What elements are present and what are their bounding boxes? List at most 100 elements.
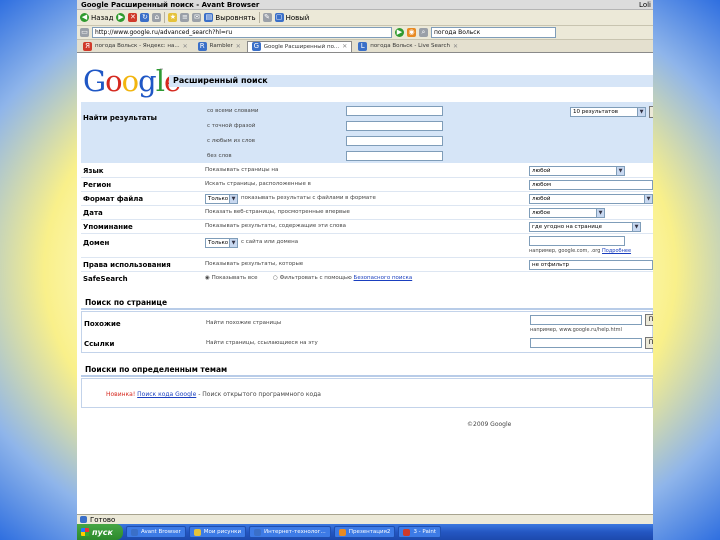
safesearch-off-radio[interactable]: ◉ Показывать все — [205, 275, 257, 281]
filter-row-occurrence: Упоминание Показывать результаты, содерж… — [81, 220, 653, 234]
windows-logo-icon — [81, 528, 89, 536]
forward-arrow-icon[interactable]: ▶ — [116, 13, 126, 22]
close-icon[interactable]: ✕ — [342, 43, 347, 50]
start-button[interactable]: пуск — [77, 524, 123, 540]
page-search-title: Поиск по странице — [85, 298, 168, 307]
without-words-label: без слов — [207, 153, 232, 159]
taskbar-item-pictures[interactable]: Мои рисунки — [188, 526, 247, 538]
results-count-select[interactable]: 10 результатов ▼ — [570, 107, 646, 117]
new-window-button[interactable]: ▢ Новый — [274, 13, 309, 22]
tab-live-search[interactable]: Lпогода Вольск - Live Search ✕ — [354, 41, 462, 52]
google-icon: G — [251, 42, 261, 51]
powerpoint-icon — [338, 528, 346, 536]
links-input[interactable] — [530, 338, 642, 348]
any-words-input[interactable] — [346, 136, 443, 146]
chevron-down-icon: ▼ — [637, 108, 645, 116]
favorites-icon[interactable]: ★ — [168, 13, 178, 22]
taskbar-item-paint[interactable]: 3 - Paint — [398, 526, 442, 538]
folder-icon — [193, 528, 201, 536]
rss-icon[interactable]: ◉ — [407, 28, 416, 37]
file-format-select[interactable]: любой ▼ — [529, 194, 653, 204]
page-title: Расширенный поиск — [169, 75, 653, 87]
close-icon[interactable]: ✕ — [453, 43, 458, 50]
back-button[interactable]: ◀ Назад — [80, 13, 113, 22]
similar-search-button[interactable]: П — [645, 314, 653, 326]
tab-rambler[interactable]: R Rambler ✕ — [194, 41, 245, 52]
search-engine-icon[interactable]: ⌕ — [419, 28, 428, 37]
domain-hint: например, google.com, .org Подробнее — [529, 248, 632, 254]
usage-rights-select[interactable]: не отфильтр — [529, 260, 653, 270]
exact-phrase-input[interactable] — [346, 121, 443, 131]
print-button[interactable]: ▤ Выровнять — [204, 13, 256, 22]
tools-icon[interactable]: ✎ — [262, 13, 272, 22]
without-words-input[interactable] — [346, 151, 443, 161]
filter-row-usage-rights: Права использования Показывать результат… — [81, 258, 653, 272]
domain-more-link[interactable]: Подробнее — [602, 248, 631, 254]
word-icon — [254, 528, 262, 536]
chevron-down-icon: ▼ — [596, 209, 604, 217]
filter-row-domain: Домен Только ▼ с сайта или домена наприме… — [81, 234, 653, 258]
taskbar-item-internet[interactable]: Интернет-технолог... — [249, 526, 331, 538]
search-button[interactable]: П — [649, 106, 653, 118]
address-input[interactable]: http://www.google.ru/advanced_search?hl=… — [92, 27, 392, 38]
navigation-toolbar: ◀ Назад ▶ ✕ ↻ ⌂ ★ ≡ ✉ ▤ Выровнять ✎ ▢ Новый — [77, 10, 653, 26]
exact-phrase-label: с точной фразой — [207, 123, 256, 129]
page-icon: ▭ — [80, 28, 89, 37]
filter-row-file-format: Формат файла Только ▼ показывать результа… — [81, 192, 653, 206]
find-results-section: Найти результаты со всеми словами с точн… — [81, 102, 653, 163]
safesearch-on-radio[interactable]: ○ Фильтровать с помощью Безопасного поис… — [273, 275, 412, 281]
history-icon[interactable]: ≡ — [180, 13, 190, 22]
taskbar-item-presentation[interactable]: Презентация2 — [333, 526, 396, 538]
topics-title: Поиски по определенным темам — [85, 365, 228, 374]
filter-row-date: Дата Показать веб-страницы, просмотренны… — [81, 206, 653, 220]
code-search-link[interactable]: Поиск кода Google — [137, 391, 196, 398]
filter-row-region: Регион Искать страницы, расположенные в … — [81, 178, 653, 192]
window-title-right: Loli — [639, 0, 651, 9]
occurrence-select[interactable]: где угодно на странице ▼ — [529, 222, 641, 232]
status-bar: Готово — [77, 514, 653, 524]
browser-icon — [131, 528, 138, 536]
mail-icon[interactable]: ✉ — [192, 13, 202, 22]
file-format-only-select[interactable]: Только ▼ — [205, 194, 238, 204]
tab-google[interactable]: G Google Расширенный по... ✕ — [246, 40, 353, 52]
close-icon[interactable]: ✕ — [236, 43, 241, 50]
print-icon: ▤ — [204, 13, 214, 22]
search-input[interactable]: погода Вольск — [431, 27, 556, 38]
all-words-label: со всеми словами — [207, 108, 259, 114]
language-select[interactable]: любой ▼ — [529, 166, 625, 176]
rambler-icon: R — [197, 41, 207, 51]
stop-icon[interactable]: ✕ — [128, 13, 138, 22]
all-words-input[interactable] — [346, 106, 443, 116]
tab-bar: Япогода Вольск - Яндекс: на... ✕ R Rambler… — [77, 40, 653, 53]
go-icon[interactable]: ▶ — [395, 28, 404, 37]
browser-window: Google Расширенный поиск - Avant Browser… — [77, 0, 653, 540]
address-toolbar: ▭ http://www.google.ru/advanced_search?h… — [77, 26, 653, 40]
chevron-down-icon: ▼ — [229, 195, 237, 203]
refresh-icon[interactable]: ↻ — [140, 13, 150, 22]
links-search-button[interactable]: П — [645, 337, 653, 349]
paint-icon — [403, 528, 411, 536]
filter-row-safesearch: SafeSearch ◉ Показывать все ○ Фильтроват… — [83, 275, 413, 283]
back-arrow-icon: ◀ — [80, 13, 89, 22]
date-select[interactable]: любое ▼ — [529, 208, 605, 218]
region-select[interactable]: любом — [529, 180, 653, 190]
logo-trademark: ™ — [159, 68, 164, 74]
google-logo[interactable]: Google — [83, 64, 181, 98]
chevron-down-icon: ▼ — [632, 223, 640, 231]
live-search-icon: L — [358, 41, 368, 51]
filter-row-language: Язык Показывать страницы на любой ▼ — [81, 164, 653, 178]
window-title-bar: Google Расширенный поиск - Avant Browser… — [77, 0, 653, 10]
home-icon[interactable]: ⌂ — [152, 13, 162, 22]
windows-taskbar: пуск Avant Browser Мои рисунки Интернет-… — [77, 524, 653, 540]
page-content: Google ™ Расширенный поиск Найти результ… — [77, 54, 653, 514]
chevron-down-icon: ▼ — [644, 195, 652, 203]
domain-input[interactable] — [529, 236, 625, 246]
safesearch-link[interactable]: Безопасного поиска — [354, 275, 413, 281]
domain-only-select[interactable]: Только ▼ — [205, 238, 238, 248]
taskbar-item-avant[interactable]: Avant Browser — [126, 526, 186, 538]
window-title: Google Расширенный поиск - Avant Browser — [81, 0, 260, 9]
similar-input[interactable] — [530, 315, 642, 325]
yandex-icon: Я — [83, 41, 92, 51]
close-icon[interactable]: ✕ — [183, 43, 188, 50]
tab-yandex[interactable]: Япогода Вольск - Яндекс: на... ✕ — [79, 41, 192, 52]
